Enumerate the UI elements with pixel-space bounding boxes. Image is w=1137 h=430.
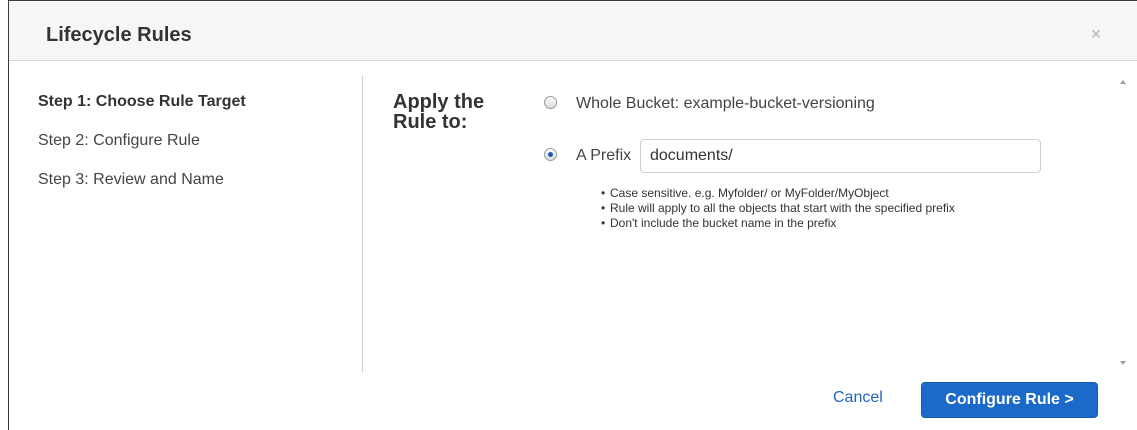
- radio-unchecked-icon[interactable]: [544, 96, 557, 109]
- configure-rule-button[interactable]: Configure Rule >: [921, 382, 1098, 418]
- dialog-header: Lifecycle Rules ×: [9, 1, 1137, 61]
- scroll-down-arrow-icon[interactable]: [1120, 361, 1126, 365]
- whole-bucket-option-label[interactable]: Whole Bucket: example-bucket-versioning: [576, 94, 875, 114]
- prefix-option-label[interactable]: A Prefix: [576, 146, 631, 166]
- apply-rule-heading-line2: Rule to:: [393, 111, 468, 133]
- step-choose-rule-target: Step 1: Choose Rule Target: [38, 93, 246, 110]
- content-scrollbar[interactable]: [1117, 76, 1128, 372]
- close-icon[interactable]: ×: [1087, 25, 1105, 43]
- hint-no-bucket-name: Don't include the bucket name in the pre…: [601, 216, 955, 231]
- prefix-hints: Case sensitive. e.g. Myfolder/ or MyFold…: [601, 186, 955, 231]
- apply-rule-heading-line1: Apply the: [393, 91, 485, 113]
- cancel-button[interactable]: Cancel: [833, 388, 883, 408]
- wizard-steps: Step 1: Choose Rule Target Step 2: Confi…: [38, 92, 348, 209]
- lifecycle-rules-dialog: Lifecycle Rules ×: [8, 0, 1137, 430]
- hint-case-sensitive: Case sensitive. e.g. Myfolder/ or MyFold…: [601, 186, 955, 201]
- hint-applies-to-prefix: Rule will apply to all the objects that …: [601, 201, 955, 216]
- step-configure-rule[interactable]: Step 2: Configure Rule: [38, 131, 348, 151]
- prefix-input[interactable]: [640, 139, 1041, 173]
- step-review-and-name[interactable]: Step 3: Review and Name: [38, 170, 348, 190]
- scroll-up-arrow-icon[interactable]: [1120, 80, 1126, 84]
- apply-rule-heading: Apply the Rule to:: [393, 92, 523, 132]
- dialog-title: Lifecycle Rules: [46, 24, 192, 46]
- panel-divider: [362, 76, 363, 372]
- radio-checked-icon[interactable]: [544, 148, 557, 161]
